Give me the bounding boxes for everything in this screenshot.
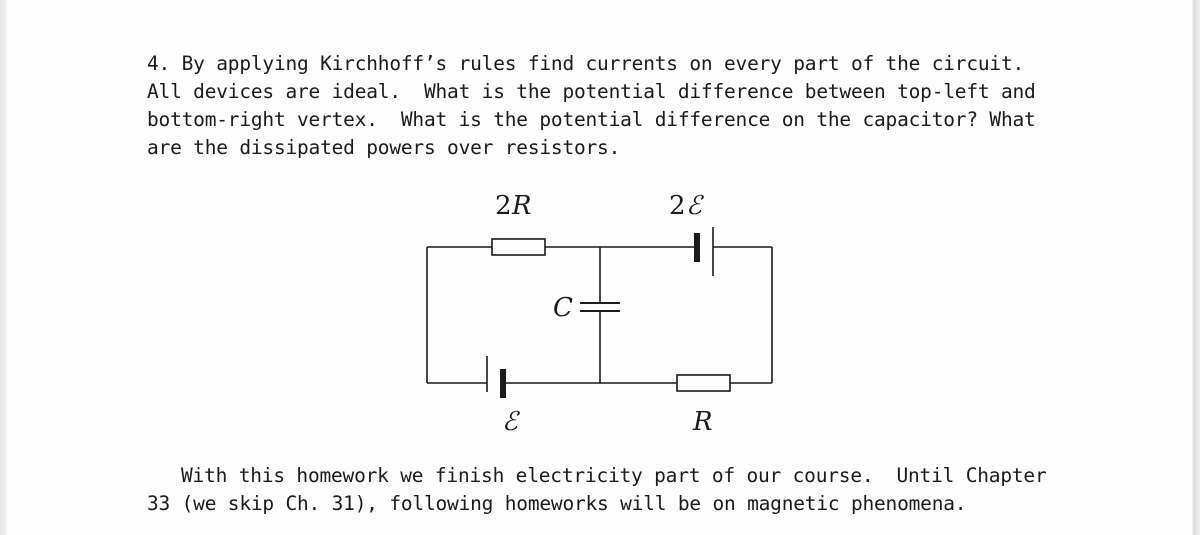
resistor-r (676, 374, 731, 392)
label-2r-sym: R (511, 191, 532, 221)
label-battery-e: ℰ (502, 407, 520, 437)
label-2e-coef: 2 (669, 191, 686, 221)
footer-line: With this homework we finish electricity… (181, 464, 1047, 487)
footer-note: With this homework we finish electricity… (147, 462, 1067, 518)
label-2r-coef: 2 (495, 191, 512, 221)
circuit-diagram: 2 R 2 ℰ C ℰ R (426, 191, 773, 437)
label-capacitor: C (553, 293, 573, 323)
label-2e-sym: ℰ (686, 191, 704, 221)
footer-line: 33 (we skip Ch. 31), following homeworks… (147, 492, 967, 515)
label-resistor-r: R (692, 407, 713, 437)
resistor-2r (491, 238, 546, 256)
